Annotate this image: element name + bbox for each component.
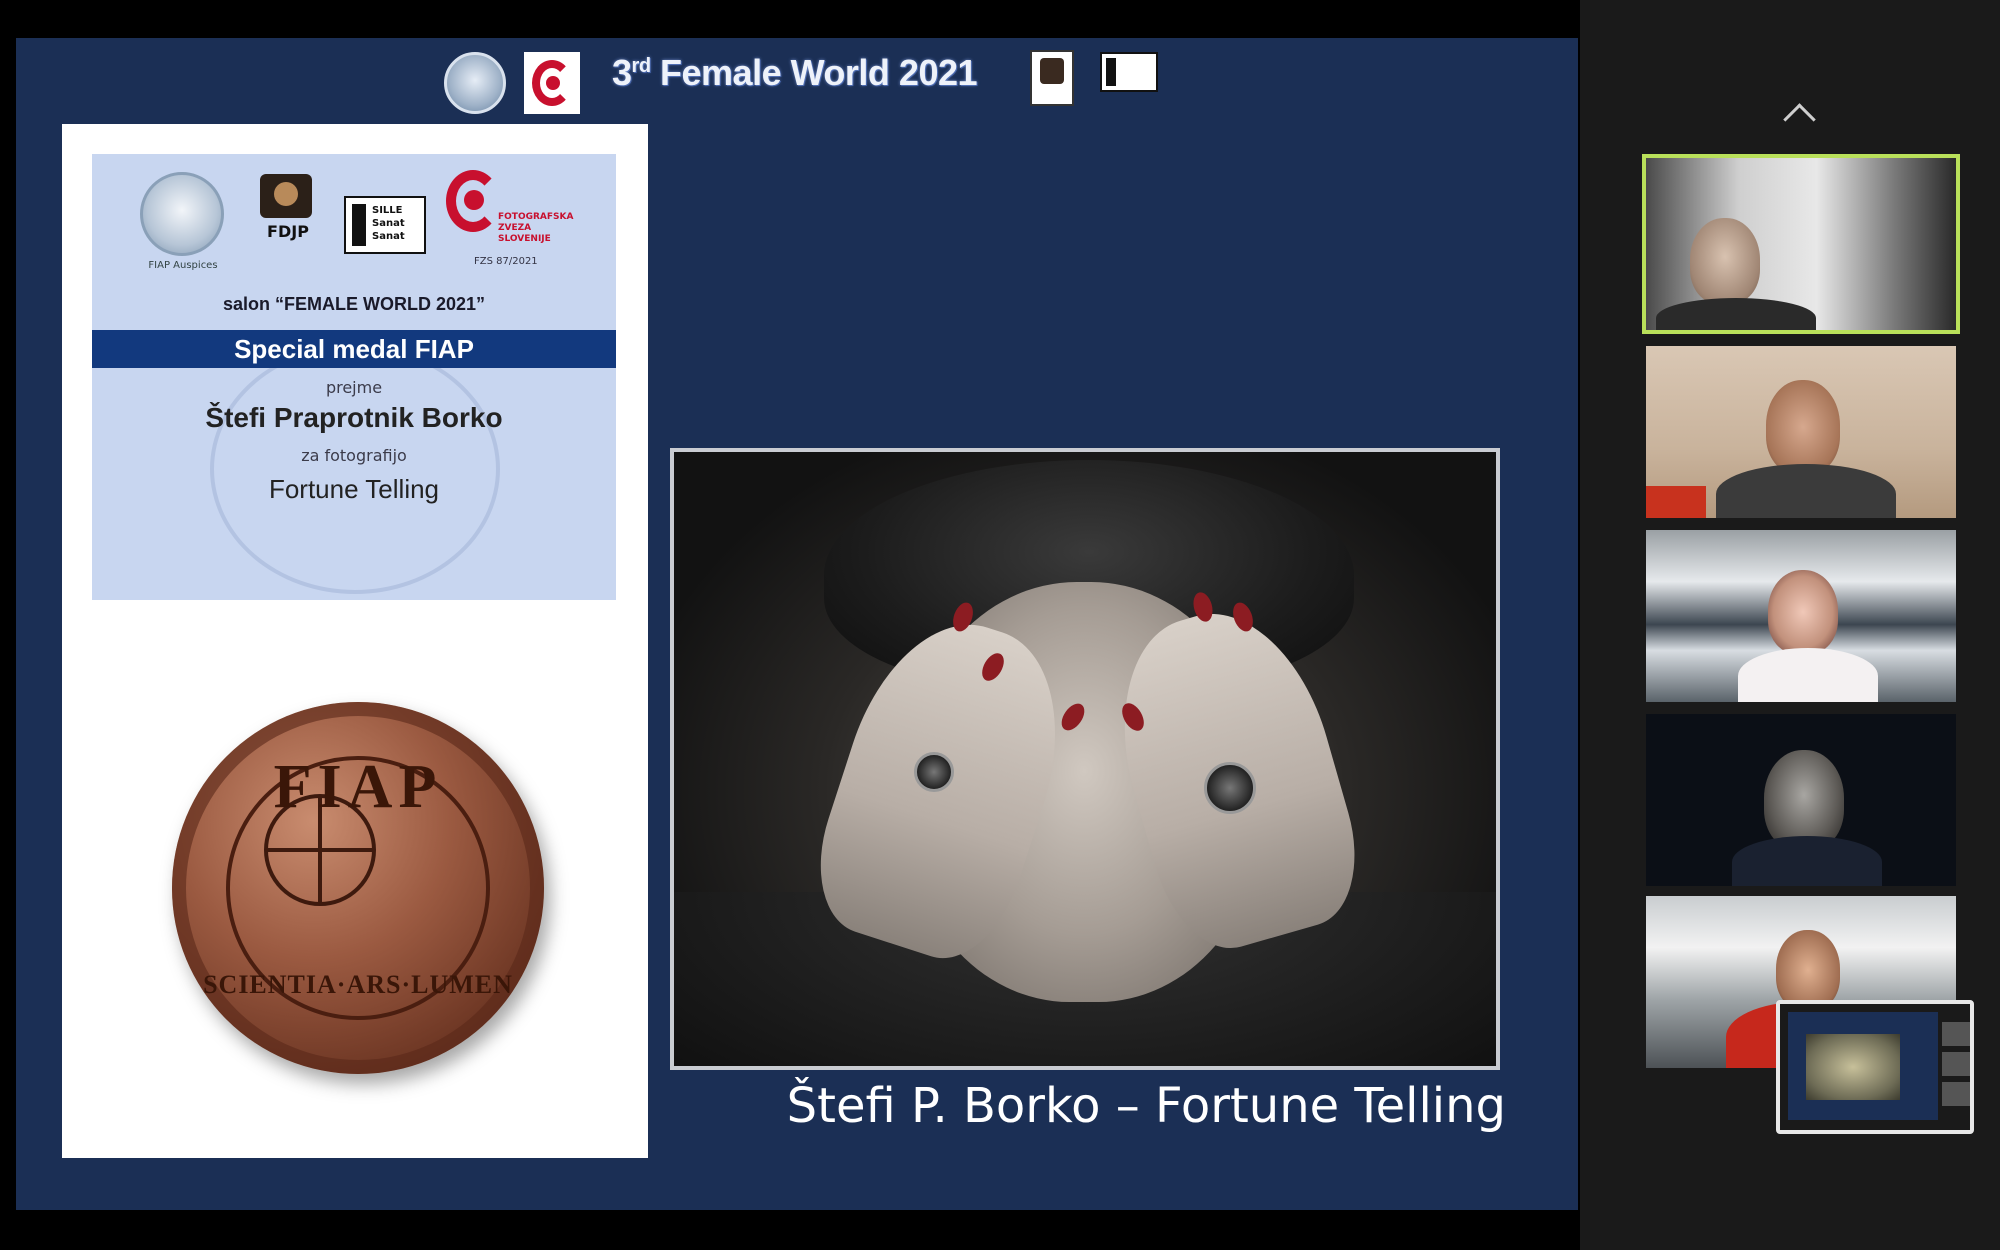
participants-panel — [1580, 0, 2000, 1250]
medal-fiap-text: FIAP — [273, 753, 443, 821]
sille-text-2: Sanat — [372, 218, 405, 229]
author-name: Štefi Praprotnik Borko — [205, 402, 503, 433]
participant-tile-2[interactable] — [1646, 346, 1956, 518]
self-view-slide — [1788, 1012, 1938, 1120]
fdjp-logo — [1030, 50, 1074, 106]
participant-shoulders — [1716, 464, 1896, 518]
award-certificate: FIAP Auspices FDJP SILLE Sanat Sanat FOT… — [62, 124, 648, 1158]
photo-ring — [1204, 762, 1256, 814]
photo-ring — [914, 752, 954, 792]
fzs-logo: FOTOGRAFSKA ZVEZA SLOVENIJE FZS 87/2021 — [446, 168, 586, 268]
video-meeting-window: 3rd Female World 2021 FIAP Auspices FDJP — [0, 0, 2000, 1250]
participant-tile-3[interactable] — [1646, 530, 1956, 702]
participant-tile-1[interactable] — [1642, 154, 1960, 334]
fzs-text-3: SLOVENIJE — [498, 234, 551, 244]
fzs-text-1: FOTOGRAFSKA — [498, 212, 574, 222]
self-view-photo — [1806, 1034, 1900, 1100]
slide-title: 3rd Female World 2021 — [612, 52, 978, 93]
certificate-logos: FIAP Auspices FDJP SILLE Sanat Sanat FOT… — [92, 168, 616, 278]
participant-face — [1768, 570, 1838, 654]
presentation-slide: 3rd Female World 2021 FIAP Auspices FDJP — [16, 38, 1578, 1210]
participant-shoulders — [1738, 648, 1878, 702]
fdjp-logo: FDJP — [256, 174, 316, 248]
award-band: Special medal FIAP — [92, 330, 616, 368]
sille-logo: SILLE Sanat Sanat — [344, 196, 426, 254]
participant-face — [1690, 218, 1760, 304]
participant-shoulders — [1732, 836, 1882, 886]
chevron-up-icon[interactable] — [1776, 96, 1824, 126]
fzs-logo — [524, 52, 580, 114]
participant-shoulders — [1656, 298, 1816, 330]
participant-face — [1766, 380, 1840, 474]
slide-header: 3rd Female World 2021 — [16, 38, 1578, 118]
fzs-text-2: ZVEZA — [498, 223, 532, 233]
fzs-code: FZS 87/2021 — [474, 256, 538, 267]
participant-face — [1764, 750, 1844, 850]
award-photo — [670, 448, 1500, 1070]
self-view-thumbnail[interactable] — [1776, 1000, 1974, 1134]
certificate-header: FIAP Auspices FDJP SILLE Sanat Sanat FOT… — [92, 154, 616, 600]
medal-motto: SCIENTIA·ARS·LUMEN — [203, 970, 513, 999]
participant-face — [1776, 930, 1840, 1010]
sille-text-1: SILLE — [372, 205, 403, 216]
fiap-logo — [444, 52, 506, 114]
fiap-medal: FIAP SCIENTIA·ARS·LUMEN — [172, 702, 544, 1074]
for-photo-label: za fotografijo — [301, 446, 407, 465]
salon-name: salon “FEMALE WORLD 2021” — [222, 294, 486, 314]
sille-text-3: Sanat — [372, 231, 405, 242]
fiap-auspices-caption: FIAP Auspices — [148, 260, 218, 271]
receives-label: prejme — [325, 378, 383, 397]
participant-tile-4[interactable] — [1646, 714, 1956, 886]
shared-screen-area: 3rd Female World 2021 FIAP Auspices FDJP — [0, 0, 1580, 1250]
photo-title: Fortune Telling — [268, 474, 440, 504]
fdjp-label: FDJP — [267, 222, 309, 241]
slide-caption: Štefi P. Borko – Fortune Telling — [786, 1078, 1506, 1134]
fiap-auspices-logo — [140, 172, 224, 256]
sille-logo — [1100, 52, 1158, 92]
